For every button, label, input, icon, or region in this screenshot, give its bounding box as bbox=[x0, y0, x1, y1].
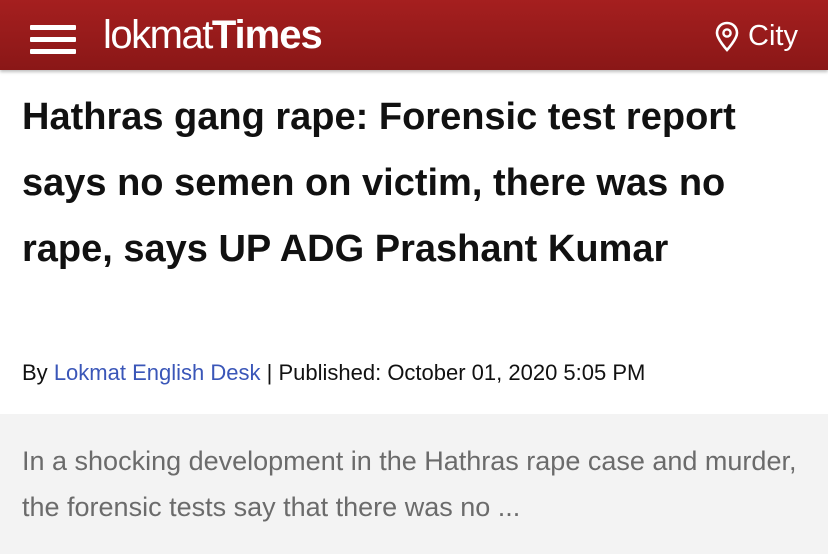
city-selector-button[interactable]: City bbox=[714, 20, 798, 53]
hamburger-menu-icon[interactable] bbox=[30, 25, 76, 55]
logo-text-lokmat: lokmat bbox=[103, 13, 213, 57]
location-pin-icon bbox=[715, 21, 739, 52]
site-logo[interactable]: lokmatTimes bbox=[103, 10, 323, 60]
byline-separator: | bbox=[266, 360, 273, 385]
city-label: City bbox=[748, 20, 798, 52]
published-date: October 01, 2020 5:05 PM bbox=[387, 360, 646, 385]
article-headline: Hathras gang rape: Forensic test report … bbox=[22, 96, 736, 270]
article-byline: By Lokmat English Desk | Published: Octo… bbox=[22, 360, 645, 386]
published-label: Published: bbox=[278, 360, 382, 385]
top-app-bar: lokmatTimes City bbox=[0, 0, 828, 70]
byline-prefix: By bbox=[22, 360, 48, 385]
logo-text-times: Times bbox=[211, 13, 323, 57]
article-summary: In a shocking development in the Hathras… bbox=[22, 446, 797, 522]
article-summary-box: In a shocking development in the Hathras… bbox=[0, 414, 828, 554]
author-link[interactable]: Lokmat English Desk bbox=[54, 360, 261, 385]
